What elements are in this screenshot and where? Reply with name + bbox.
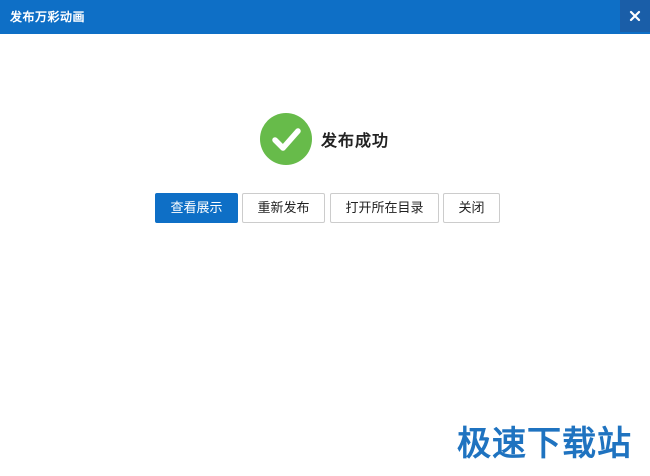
publish-dialog: 发布万彩动画 发布成功 查看展示 重新发布 打开所在目录 关闭 极速下载站 xyxy=(0,0,650,476)
success-status: 发布成功 xyxy=(260,113,389,165)
republish-button[interactable]: 重新发布 xyxy=(242,193,325,223)
success-message: 发布成功 xyxy=(321,131,390,150)
check-circle-icon xyxy=(260,113,312,165)
close-button[interactable]: 关闭 xyxy=(443,193,500,223)
window-title: 发布万彩动画 xyxy=(10,10,86,24)
checkmark-icon xyxy=(272,128,301,151)
close-icon xyxy=(629,10,641,22)
view-showcase-button[interactable]: 查看展示 xyxy=(155,193,238,223)
close-window-button[interactable] xyxy=(620,0,650,32)
open-folder-button[interactable]: 打开所在目录 xyxy=(330,193,439,223)
watermark-logo: 极速下载站 xyxy=(457,424,632,464)
dialog-content: 发布成功 查看展示 重新发布 打开所在目录 关闭 xyxy=(0,34,650,476)
title-bar: 发布万彩动画 xyxy=(0,0,650,34)
